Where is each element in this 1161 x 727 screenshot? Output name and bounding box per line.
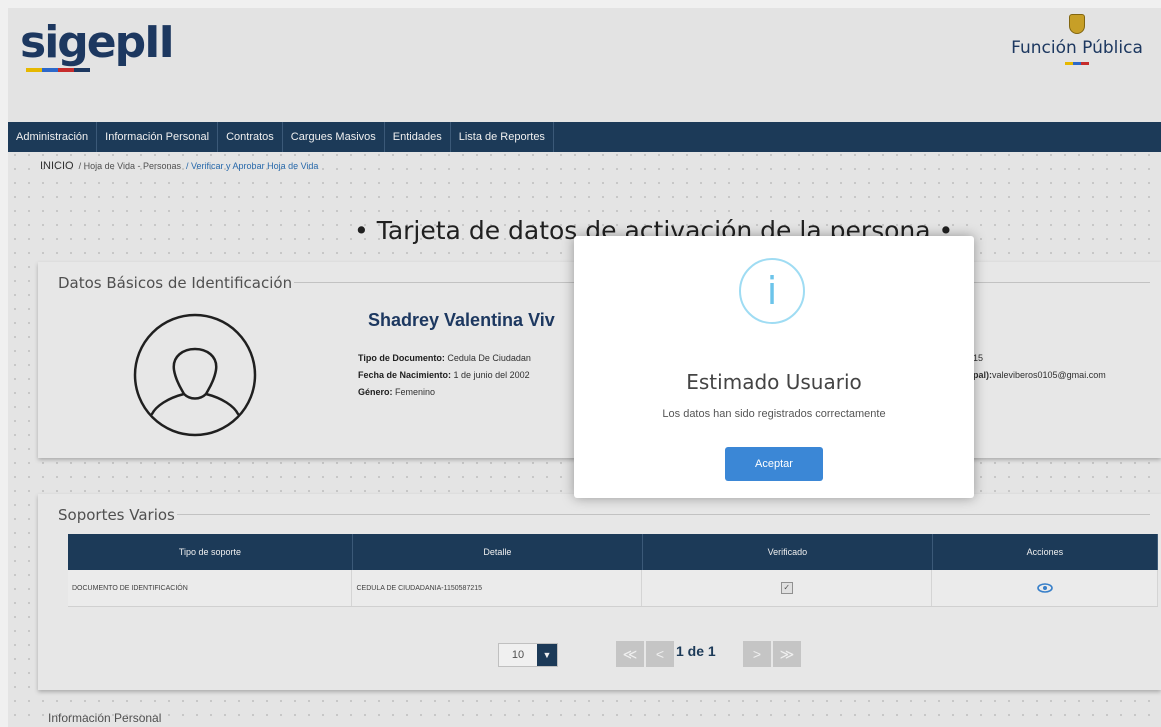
dialog-title: Estimado Usuario bbox=[686, 370, 862, 394]
dialog-message: Los datos han sido registrados correctam… bbox=[662, 408, 886, 420]
success-dialog: i Estimado Usuario Los datos han sido re… bbox=[574, 236, 974, 498]
info-icon: i bbox=[739, 258, 805, 324]
info-icon-glyph: i bbox=[766, 269, 778, 313]
accept-button[interactable]: Aceptar bbox=[725, 447, 823, 481]
